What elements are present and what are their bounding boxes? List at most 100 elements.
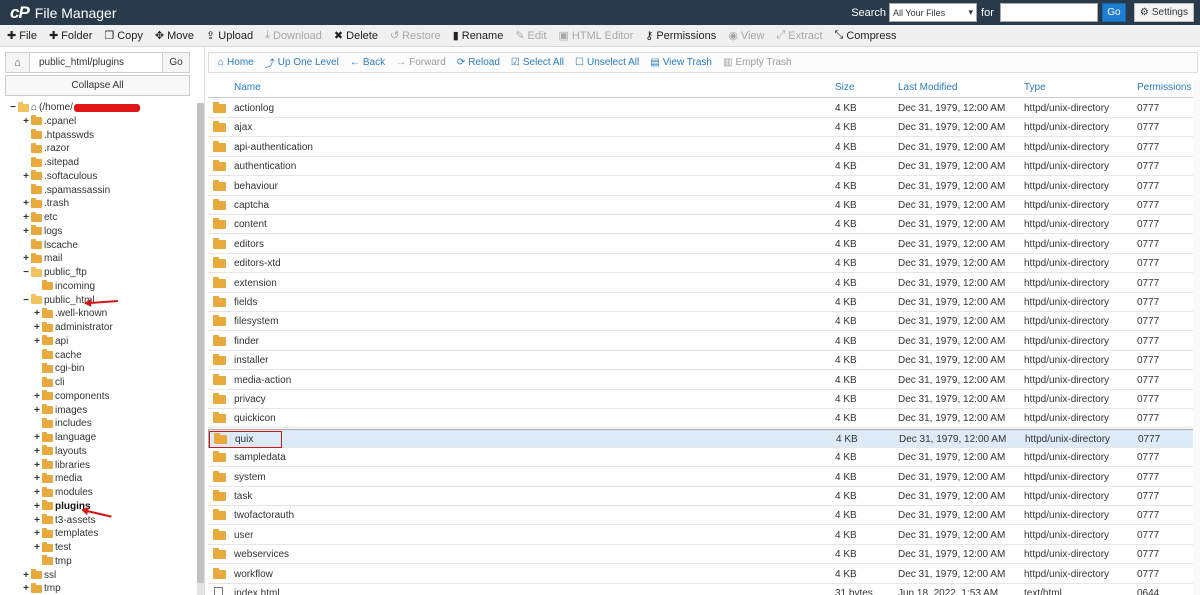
tree-item[interactable]: + administrator bbox=[32, 321, 113, 334]
expand-toggle-icon[interactable]: + bbox=[32, 460, 42, 471]
tree-item[interactable]: + .trash bbox=[21, 197, 69, 210]
col-permissions-header[interactable]: Permissions bbox=[1137, 82, 1191, 93]
tree-item[interactable]: + tmp bbox=[21, 582, 61, 595]
tree-item[interactable]: + images bbox=[32, 404, 87, 417]
search-scope-select[interactable]: All Your Files ▾ bbox=[889, 3, 978, 22]
nav-empty-trash-button[interactable]: ▥ Empty Trash bbox=[723, 57, 792, 68]
tree-item[interactable]: .htpasswds bbox=[21, 129, 94, 142]
table-row[interactable]: privacy 4 KB Dec 31, 1979, 12:00 AM httpd/u… bbox=[208, 390, 1198, 409]
expand-toggle-icon[interactable]: + bbox=[32, 308, 42, 319]
path-input[interactable]: public_html/plugins bbox=[30, 52, 163, 73]
expand-toggle-icon[interactable]: + bbox=[32, 473, 42, 484]
tree-item[interactable]: + layouts bbox=[32, 445, 87, 458]
expand-toggle-icon[interactable]: + bbox=[32, 501, 42, 512]
search-input[interactable] bbox=[999, 3, 1098, 22]
table-row[interactable]: workflow 4 KB Dec 31, 1979, 12:00 AM httpd/… bbox=[208, 564, 1198, 584]
new-folder-button[interactable]: ✚ Folder bbox=[49, 29, 92, 43]
settings-button[interactable]: ⚙ Settings bbox=[1133, 3, 1194, 22]
nav-up-one-level-button[interactable]: ⤴ Up One Level bbox=[265, 55, 339, 70]
tree-item[interactable]: + language bbox=[32, 431, 96, 444]
table-row[interactable]: media-action 4 KB Dec 31, 1979, 12:00 AM ht… bbox=[208, 370, 1198, 390]
table-row[interactable]: installer 4 KB Dec 31, 1979, 12:00 AM httpd… bbox=[208, 351, 1198, 371]
col-name-header[interactable]: Name bbox=[234, 82, 261, 93]
collapse-all-button[interactable]: Collapse All bbox=[5, 75, 190, 96]
tree-item[interactable]: + api bbox=[32, 335, 68, 348]
tree-item[interactable]: .razor bbox=[21, 142, 70, 155]
table-row[interactable]: sampledata 4 KB Dec 31, 1979, 12:00 AM http… bbox=[208, 448, 1198, 468]
table-row[interactable]: actionlog 4 KB Dec 31, 1979, 12:00 AM httpd… bbox=[208, 99, 1198, 118]
upload-button[interactable]: ⇪ Upload bbox=[206, 29, 253, 43]
table-row[interactable]: api-authentication 4 KB Dec 31, 1979, 12:0… bbox=[208, 137, 1198, 157]
col-type-header[interactable]: Type bbox=[1024, 82, 1046, 93]
tree-item[interactable]: + media bbox=[32, 472, 82, 485]
table-row[interactable]: twofactorauth 4 KB Dec 31, 1979, 12:00 AM h… bbox=[208, 506, 1198, 526]
table-row[interactable]: index.html 31 bytes Jun 18, 2022, 1:53 AM t… bbox=[208, 584, 1198, 595]
expand-toggle-icon[interactable]: + bbox=[32, 528, 42, 539]
file-list-scrollbar[interactable] bbox=[1193, 80, 1200, 595]
collapse-toggle-icon[interactable]: − bbox=[8, 102, 18, 113]
download-button[interactable]: ⤓ Download bbox=[265, 29, 322, 42]
restore-button[interactable]: ↺ Restore bbox=[390, 29, 441, 43]
expand-toggle-icon[interactable]: + bbox=[32, 515, 42, 526]
nav-home-button[interactable]: ⌂ Home bbox=[218, 57, 254, 68]
tree-item[interactable]: .spamassassin bbox=[21, 184, 110, 197]
table-row[interactable]: captcha 4 KB Dec 31, 1979, 12:00 AM httpd/u… bbox=[208, 196, 1198, 215]
expand-toggle-icon[interactable]: + bbox=[32, 432, 42, 443]
table-row[interactable]: filesystem 4 KB Dec 31, 1979, 12:00 AM http… bbox=[208, 312, 1198, 332]
table-row[interactable]: editors-xtd 4 KB Dec 31, 1979, 12:00 AM htt… bbox=[208, 254, 1198, 274]
tree-item[interactable]: + mail bbox=[21, 252, 62, 265]
permissions-button[interactable]: ⚷ Permissions bbox=[645, 29, 716, 43]
tree-item[interactable]: lscache bbox=[21, 239, 78, 252]
search-go-button[interactable]: Go bbox=[1101, 3, 1126, 22]
tree-item[interactable]: + .well-known bbox=[32, 307, 107, 320]
expand-toggle-icon[interactable]: + bbox=[21, 171, 31, 182]
nav-unselect-all-button[interactable]: ☐ Unselect All bbox=[575, 57, 639, 68]
expand-toggle-icon[interactable]: + bbox=[32, 446, 42, 457]
table-row[interactable]: webservices 4 KB Dec 31, 1979, 12:00 AM htt… bbox=[208, 545, 1198, 565]
collapse-toggle-icon[interactable]: − bbox=[21, 295, 31, 306]
tree-item[interactable]: + t3-assets bbox=[32, 514, 96, 527]
table-row[interactable]: authentication 4 KB Dec 31, 1979, 12:00 AM… bbox=[208, 157, 1198, 177]
tree-item[interactable]: includes bbox=[32, 417, 92, 430]
expand-toggle-icon[interactable]: + bbox=[32, 542, 42, 553]
copy-button[interactable]: ❐ Copy bbox=[104, 29, 143, 43]
expand-toggle-icon[interactable]: + bbox=[21, 583, 31, 594]
delete-button[interactable]: ✖ Delete bbox=[334, 29, 378, 43]
expand-toggle-icon[interactable]: + bbox=[21, 116, 31, 127]
home-path-button[interactable]: ⌂ bbox=[5, 52, 30, 73]
extract-button[interactable]: ⤢ Extract bbox=[776, 29, 822, 42]
view-button[interactable]: ◉ View bbox=[728, 29, 764, 43]
tree-item[interactable]: + logs bbox=[21, 225, 62, 238]
expand-toggle-icon[interactable]: + bbox=[32, 336, 42, 347]
table-row[interactable]: user 4 KB Dec 31, 1979, 12:00 AM httpd/unix… bbox=[208, 525, 1198, 545]
tree-item[interactable]: incoming bbox=[32, 280, 95, 293]
tree-item[interactable]: cgi-bin bbox=[32, 362, 84, 375]
expand-toggle-icon[interactable]: + bbox=[32, 391, 42, 402]
collapse-toggle-icon[interactable]: − bbox=[21, 267, 31, 278]
table-row[interactable]: system 4 KB Dec 31, 1979, 12:00 AM httpd/un… bbox=[208, 467, 1198, 487]
table-row[interactable]: ajax 4 KB Dec 31, 1979, 12:00 AM httpd/unix… bbox=[208, 118, 1198, 138]
table-row[interactable]: quickicon 4 KB Dec 31, 1979, 12:00 AM httpd… bbox=[208, 409, 1198, 429]
table-row[interactable]: fields 4 KB Dec 31, 1979, 12:00 AM httpd/un… bbox=[208, 293, 1198, 312]
nav-view-trash-button[interactable]: ▤ View Trash bbox=[650, 57, 712, 68]
edit-button[interactable]: ✎ Edit bbox=[515, 29, 546, 43]
tree-item[interactable]: + etc bbox=[21, 211, 57, 224]
table-row[interactable]: quix 4 KB Dec 31, 1979, 12:00 AM httpd/unix… bbox=[208, 428, 1198, 448]
expand-toggle-icon[interactable]: + bbox=[21, 570, 31, 581]
table-row[interactable]: task 4 KB Dec 31, 1979, 12:00 AM httpd/unix… bbox=[208, 487, 1198, 506]
tree-item[interactable]: + modules bbox=[32, 486, 93, 499]
new-file-button[interactable]: ✚ File bbox=[7, 29, 37, 43]
tree-item[interactable]: − public_ftp bbox=[21, 266, 87, 279]
col-size-header[interactable]: Size bbox=[835, 82, 854, 93]
move-button[interactable]: ✥ Move bbox=[155, 29, 194, 43]
nav-reload-button[interactable]: ⟳ Reload bbox=[457, 57, 500, 68]
tree-item[interactable]: tmp bbox=[32, 555, 72, 568]
nav-back-button[interactable]: ← Back bbox=[350, 57, 385, 68]
tree-item[interactable]: + .softaculous bbox=[21, 170, 97, 183]
tree-item[interactable]: + test bbox=[32, 541, 71, 554]
table-row[interactable]: behaviour 4 KB Dec 31, 1979, 12:00 AM httpd… bbox=[208, 176, 1198, 196]
tree-item[interactable]: .sitepad bbox=[21, 156, 79, 169]
expand-toggle-icon[interactable]: + bbox=[21, 212, 31, 223]
table-row[interactable]: content 4 KB Dec 31, 1979, 12:00 AM httpd/u… bbox=[208, 215, 1198, 235]
path-go-button[interactable]: Go bbox=[163, 52, 190, 73]
